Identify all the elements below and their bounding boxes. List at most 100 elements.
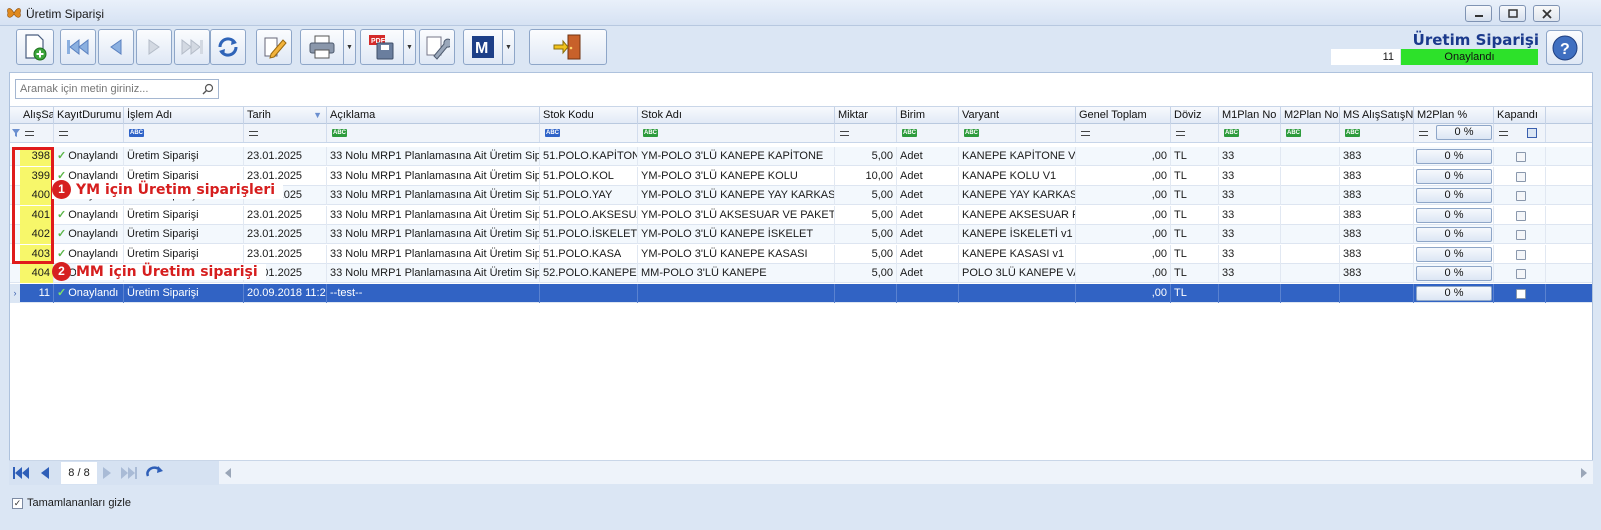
column-header-doviz[interactable]: Döviz	[1171, 107, 1219, 124]
column-header-aciklama[interactable]: Açıklama	[327, 107, 540, 124]
progress-button[interactable]: 0 %	[1416, 149, 1492, 164]
next-record-button[interactable]	[136, 29, 172, 65]
column-header-m2plan-pct[interactable]: M2Plan %	[1414, 107, 1494, 124]
nav-next-button[interactable]	[98, 465, 116, 481]
first-record-button[interactable]	[60, 29, 96, 65]
filter-varyant[interactable]: ABC	[959, 124, 1076, 142]
table-row[interactable]: 402 ✓ Onaylandı Üretim Siparişi 23.01.2025 33…	[10, 225, 1592, 244]
export-dropdown-button[interactable]: ▼	[404, 29, 416, 65]
refresh-button[interactable]	[210, 29, 246, 65]
nav-last-button[interactable]	[120, 465, 138, 481]
column-header-kapandi[interactable]: Kapandı	[1494, 107, 1546, 124]
filter-kayitdurumu[interactable]	[54, 124, 124, 142]
last-record-button[interactable]	[174, 29, 210, 65]
search-box[interactable]	[15, 79, 219, 99]
equals-icon	[59, 130, 68, 136]
table-row[interactable]: 398 ✓ Onaylandı Üretim Siparişi 23.01.2025 33…	[10, 147, 1592, 166]
progress-button[interactable]: 0 %	[1416, 188, 1492, 203]
text-filter-icon: ABC	[1286, 129, 1301, 137]
table-row[interactable]: › 11 ✓ Onaylandı Üretim Siparişi 20.09.2018 1…	[10, 283, 1592, 303]
filter-birim[interactable]: ABC	[897, 124, 959, 142]
filter-genel-toplam[interactable]	[1076, 124, 1171, 142]
column-header-stok-adi[interactable]: Stok Adı	[638, 107, 835, 124]
kapandi-checkbox[interactable]	[1516, 171, 1526, 182]
filter-stok-adi[interactable]: ABC	[638, 124, 835, 142]
filter-m2plan-pct[interactable]: 0 %	[1414, 124, 1494, 142]
new-record-button[interactable]	[16, 29, 54, 65]
column-header-miktar[interactable]: Miktar	[835, 107, 897, 124]
cell-m1plan-no: 33	[1219, 166, 1281, 186]
print-button[interactable]	[300, 29, 344, 65]
previous-icon	[41, 467, 49, 479]
nav-refresh-button[interactable]	[146, 465, 164, 481]
kapandi-checkbox[interactable]	[1516, 191, 1526, 201]
nav-first-button[interactable]	[12, 465, 30, 481]
filter-tarih[interactable]	[244, 124, 327, 142]
previous-record-button[interactable]	[98, 29, 134, 65]
filter-alissa[interactable]	[20, 124, 54, 142]
progress-button[interactable]: 0 %	[1416, 207, 1492, 223]
column-header-birim[interactable]: Birim	[897, 107, 959, 124]
column-header-stok-kodu[interactable]: Stok Kodu	[540, 107, 638, 124]
close-button[interactable]	[1533, 5, 1560, 22]
column-header-genel-toplam[interactable]: Genel Toplam	[1076, 107, 1171, 124]
refresh-icon	[146, 466, 163, 477]
progress-button[interactable]: 0 %	[1416, 227, 1492, 242]
filter-kapandi[interactable]	[1494, 124, 1546, 142]
cell-doviz: TL	[1171, 244, 1219, 264]
column-header-varyant[interactable]: Varyant	[959, 107, 1076, 124]
cell-stok-kodu: 51.POLO.İSKELET	[540, 225, 638, 244]
column-header-ms-alissatisno[interactable]: MS AlışSatışNo	[1340, 107, 1414, 124]
column-header-islem-adi[interactable]: İşlem Adı	[124, 107, 244, 124]
minimize-button[interactable]	[1465, 5, 1492, 22]
progress-button[interactable]: 0 %	[1416, 266, 1492, 281]
progress-button[interactable]: 0 %	[1416, 246, 1492, 262]
scroll-left-icon[interactable]	[225, 468, 231, 478]
cell-varyant: KANEPE KASASI v1	[959, 244, 1076, 264]
column-header-m2plan-no[interactable]: M2Plan No	[1281, 107, 1340, 124]
module-dropdown-button[interactable]: ▼	[503, 29, 515, 65]
maximize-button[interactable]	[1499, 5, 1526, 22]
column-header-tarih[interactable]: Tarih ▼	[244, 107, 327, 124]
kapandi-checkbox[interactable]	[1516, 269, 1526, 279]
print-dropdown-button[interactable]: ▼	[344, 29, 356, 65]
status-badge: Onaylandı	[1401, 49, 1538, 65]
kapandi-checkbox[interactable]	[1516, 210, 1526, 221]
module-button[interactable]: M	[463, 29, 503, 65]
column-header-m1plan-no[interactable]: M1Plan No	[1219, 107, 1281, 124]
search-input[interactable]	[16, 80, 196, 98]
column-header-kayitdurumu[interactable]: KayıtDurumu	[54, 107, 124, 124]
status-text: Onaylandı	[68, 150, 119, 162]
progress-button[interactable]: 0 %	[1416, 285, 1492, 301]
filter-pct-value[interactable]: 0 %	[1436, 125, 1492, 140]
kapandi-checkbox[interactable]	[1516, 230, 1526, 240]
filter-miktar[interactable]	[835, 124, 897, 142]
maximize-icon	[1507, 9, 1518, 18]
hide-completed-checkbox[interactable]: ✓	[12, 498, 23, 509]
filter-ms-alissatisno[interactable]: ABC	[1340, 124, 1414, 142]
cell-m2plan-no	[1281, 244, 1340, 264]
table-row[interactable]: 403 ✓ Onaylandı Üretim Siparişi 23.01.2025 33…	[10, 244, 1592, 264]
cell-kapandi	[1494, 186, 1546, 205]
filter-aciklama[interactable]: ABC	[327, 124, 540, 142]
table-row[interactable]: 401 ✓ Onaylandı Üretim Siparişi 23.01.2025 33…	[10, 205, 1592, 225]
help-button[interactable]: ?	[1546, 30, 1583, 65]
kapandi-checkbox[interactable]	[1516, 249, 1526, 260]
kapandi-checkbox[interactable]	[1516, 288, 1526, 299]
progress-button[interactable]: 0 %	[1416, 168, 1492, 184]
column-header-alissa[interactable]: AlışSa	[20, 107, 54, 124]
exit-button[interactable]	[529, 29, 607, 65]
filter-m2plan-no[interactable]: ABC	[1281, 124, 1340, 142]
filter-stok-kodu[interactable]: ABC	[540, 124, 638, 142]
kapandi-checkbox[interactable]	[1516, 152, 1526, 162]
export-button[interactable]: PDF	[360, 29, 404, 65]
cell-miktar: 10,00	[835, 166, 897, 186]
scroll-right-icon[interactable]	[1581, 468, 1587, 478]
settings-button[interactable]	[419, 29, 455, 65]
filter-m1plan-no[interactable]: ABC	[1219, 124, 1281, 142]
cell-m2plan-no	[1281, 225, 1340, 244]
filter-islem-adi[interactable]: ABC	[124, 124, 244, 142]
nav-previous-button[interactable]	[36, 465, 54, 481]
edit-button[interactable]	[256, 29, 292, 65]
filter-doviz[interactable]	[1171, 124, 1219, 142]
